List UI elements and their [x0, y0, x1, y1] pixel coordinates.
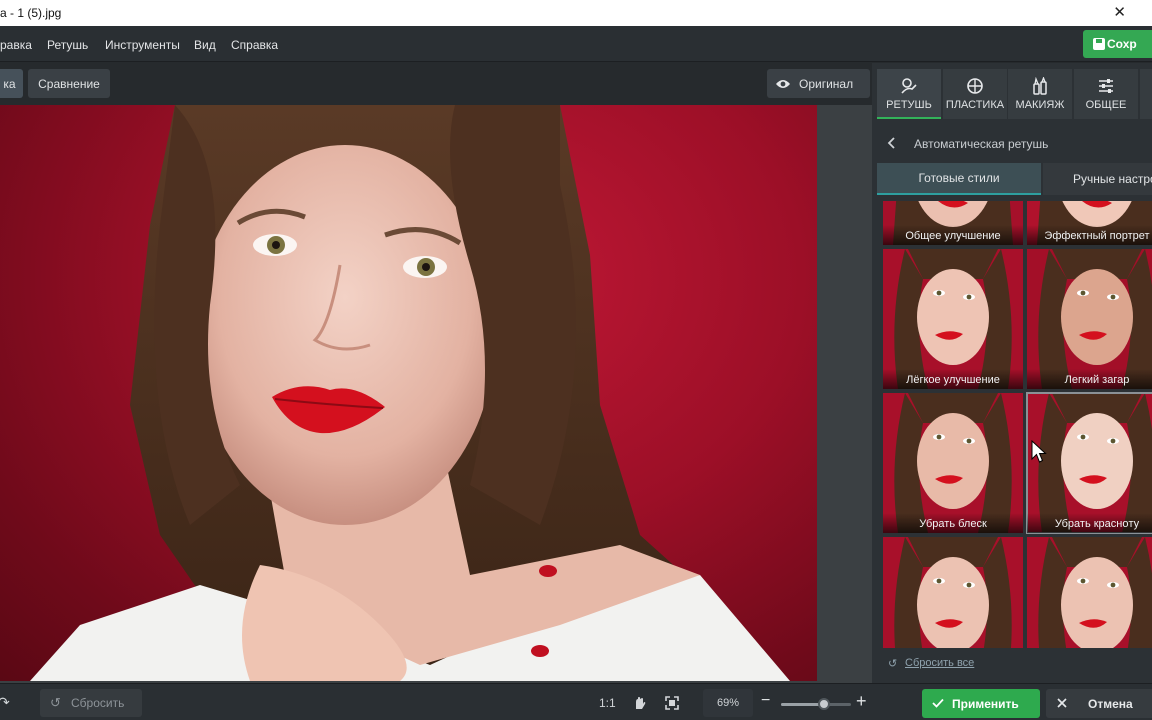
zoom-out-icon[interactable]: − [761, 692, 770, 710]
zoom-in-icon[interactable]: + [856, 691, 867, 712]
floppy-icon [1093, 38, 1105, 50]
preset-thumbnail [883, 537, 1023, 648]
retouch-brush-icon [901, 78, 917, 94]
preset-thumbnail [1027, 249, 1152, 389]
preset-caption: Общее улучшение [883, 225, 1023, 245]
close-icon[interactable]: ✕ [1113, 3, 1126, 21]
tab-processing[interactable]: ка [0, 69, 23, 98]
tab-general-label: ОБЩЕЕ [1085, 99, 1127, 111]
zoom-percent[interactable]: 69% [703, 689, 753, 717]
tab-processing-label: ка [3, 76, 16, 91]
preset-thumbnail [883, 249, 1023, 389]
section-header[interactable]: Автоматическая ретушь [872, 129, 1152, 157]
original-button[interactable]: Оригинал [767, 69, 870, 98]
preset-light-tan[interactable]: Легкий загар [1027, 249, 1152, 389]
subtab-manual-label: Ручные настро [1073, 172, 1152, 186]
preset-light-enhance[interactable]: Лёгкое улучшение [883, 249, 1023, 389]
tab-makeup-label: МАКИЯЖ [1015, 99, 1065, 111]
undo-icon: ↺ [888, 658, 898, 670]
tab-plastic[interactable]: ПЛАСТИКА [943, 69, 1007, 119]
tab-makeup[interactable]: МАКИЯЖ [1008, 69, 1072, 119]
chevron-left-icon[interactable] [887, 137, 895, 149]
subtab-presets-label: Готовые стили [918, 171, 1000, 185]
preset-caption: Лёгкое улучшение [883, 369, 1023, 389]
reset-label: Сбросить [71, 696, 125, 710]
original-label: Оригинал [799, 76, 854, 91]
preset-item[interactable] [883, 537, 1023, 648]
save-label: Сохр [1107, 37, 1137, 51]
apply-button[interactable]: Применить [922, 689, 1040, 718]
tab-retouch[interactable]: РЕТУШЬ [877, 69, 941, 119]
check-icon [932, 698, 944, 708]
right-panel: РЕТУШЬ ПЛАСТИКА МАКИЯЖ ОБЩЕЕ Автоматичес… [872, 63, 1152, 683]
preset-caption: Легкий загар [1027, 369, 1152, 389]
tab-plastic-label: ПЛАСТИКА [945, 99, 1005, 111]
menu-tools[interactable]: Инструменты [105, 38, 180, 52]
cancel-button[interactable]: Отмена [1046, 689, 1152, 718]
preset-thumbnail [883, 393, 1023, 533]
makeup-icon [1033, 77, 1047, 95]
menu-bar: равка Ретушь Инструменты Вид Справка Сох… [0, 26, 1152, 62]
subtab-manual[interactable]: Ручные настро [1043, 163, 1152, 195]
reset-all-link[interactable]: Сбросить все [905, 657, 974, 669]
image-canvas[interactable] [0, 105, 872, 683]
save-button[interactable]: Сохр [1083, 30, 1152, 58]
compare-label: Сравнение [38, 76, 100, 91]
eye-icon [776, 79, 790, 88]
tab-general[interactable]: ОБЩЕЕ [1074, 69, 1138, 119]
title-bar: a - 1 (5).jpg ✕ [0, 0, 1152, 26]
preset-general-enhance[interactable]: Общее улучшение [883, 201, 1023, 245]
fit-screen-icon[interactable] [665, 696, 679, 710]
menu-help[interactable]: Справка [231, 38, 278, 52]
reset-button[interactable]: ↺ Сбросить [40, 689, 142, 717]
preset-caption: Убрать блеск [883, 513, 1023, 533]
tab-retouch-label: РЕТУШЬ [886, 99, 932, 111]
bottom-bar: ↷ ↺ Сбросить 1:1 69% − + Применить Отмен… [0, 683, 1152, 720]
preset-caption: Эффектный портрет [1027, 225, 1152, 245]
actual-size-button[interactable]: 1:1 [599, 696, 616, 710]
zoom-slider-handle[interactable] [818, 698, 831, 710]
preset-grid: Общее улучшение Эффектный портрет Лёгкое… [883, 201, 1152, 648]
tab-more[interactable] [1140, 69, 1152, 119]
menu-edit[interactable]: равка [0, 38, 32, 52]
preset-caption: Убрать краснoту [1027, 513, 1152, 533]
section-title: Автоматическая ретушь [914, 137, 1049, 151]
mouse-cursor-icon [1031, 440, 1047, 463]
plastic-circle-icon [967, 78, 983, 94]
portrait-photo [0, 105, 817, 681]
preset-effect-portrait[interactable]: Эффектный портрет [1027, 201, 1152, 245]
close-icon [1057, 698, 1067, 708]
cancel-label: Отмена [1088, 696, 1133, 711]
subtab-presets[interactable]: Готовые стили [877, 163, 1041, 195]
preset-remove-shine[interactable]: Убрать блеск [883, 393, 1023, 533]
subtabs: Готовые стили Ручные настро [877, 163, 1152, 195]
sliders-icon [1099, 79, 1113, 93]
menu-view[interactable]: Вид [194, 38, 216, 52]
window-title: a - 1 (5).jpg [0, 6, 62, 20]
preset-thumbnail [1027, 537, 1152, 648]
preset-item[interactable] [1027, 537, 1152, 648]
compare-button[interactable]: Сравнение [28, 69, 110, 98]
hand-icon[interactable] [633, 696, 647, 710]
view-toolbar: ка Сравнение Оригинал [0, 63, 872, 105]
menu-retouch[interactable]: Ретушь [47, 38, 88, 52]
redo-icon[interactable]: ↷ [0, 694, 10, 711]
portrait-illustration [30, 105, 790, 681]
undo-icon: ↺ [50, 695, 61, 710]
apply-label: Применить [952, 696, 1019, 711]
